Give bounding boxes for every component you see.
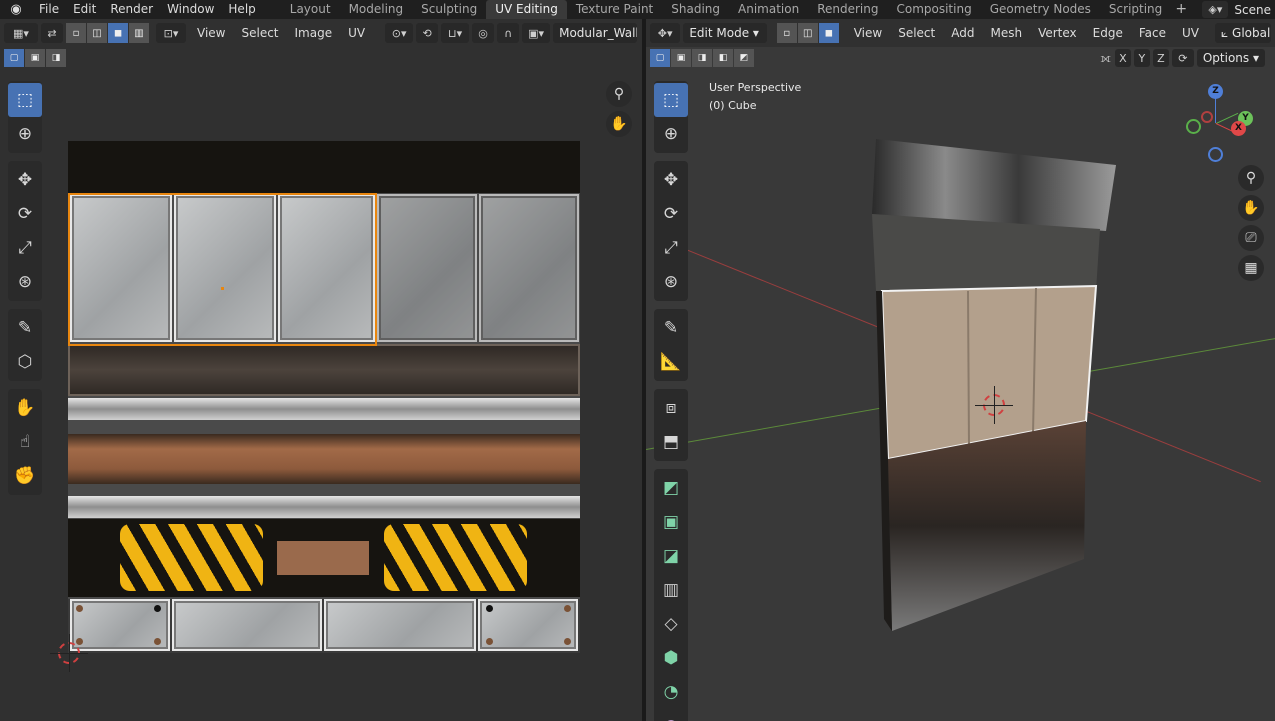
box-select-extend-icon[interactable]: ▣ — [25, 49, 45, 67]
edge-select-icon[interactable]: ◫ — [87, 23, 107, 43]
uv-selected-face[interactable] — [68, 193, 377, 346]
tab-modeling[interactable]: Modeling — [340, 0, 413, 19]
tex-rivet — [486, 638, 493, 645]
tool-group-select: ⬚ ⊕ — [8, 81, 42, 153]
snap-icon[interactable]: ⟲ — [416, 23, 439, 43]
tab-animation[interactable]: Animation — [729, 0, 808, 19]
tex-hazard-stripes — [120, 524, 263, 591]
face-select-icon[interactable]: ◼ — [108, 23, 128, 43]
uv-toolbar: ⬚ ⊕ ✥ ⟳ ⤢ ⊛ ✎ ⬡ ✋ ☝ ✊ — [6, 81, 44, 503]
uv-select-mode: ▫ ◫ ◼ ▥ — [66, 23, 150, 43]
scene-selector[interactable]: ◈▾ Scene — [1202, 0, 1275, 19]
tex-rivet — [564, 638, 571, 645]
tool-group-sculpt: ✋ ☝ ✊ — [8, 389, 42, 495]
pivot-icon[interactable]: ⊙▾ — [385, 23, 414, 43]
tex-dark-band — [68, 344, 580, 396]
tab-geometry-nodes[interactable]: Geometry Nodes — [981, 0, 1100, 19]
3d-viewport: ✥▾ Edit Mode ▾ ▫ ◫ ◼ View Select Add Mesh Ve… — [646, 19, 1275, 721]
add-workspace-button[interactable]: + — [1171, 0, 1191, 19]
uv-menu-image[interactable]: Image — [287, 19, 341, 47]
pan-hand-icon[interactable]: ✋ — [606, 111, 632, 137]
uv-2d-cursor-icon[interactable] — [50, 634, 88, 672]
grab-tool-icon[interactable]: ✋ — [8, 391, 42, 425]
tab-shading[interactable]: Shading — [662, 0, 729, 19]
uv-face-center-dot — [221, 287, 224, 290]
tex-rivet — [76, 638, 83, 645]
cursor-tool-icon[interactable]: ⊕ — [8, 117, 42, 151]
main-menu: File Edit Render Window Help — [32, 0, 263, 19]
menu-help[interactable]: Help — [221, 0, 262, 19]
tab-scripting[interactable]: Scripting — [1100, 0, 1171, 19]
workspace-tabs: Layout Modeling Sculpting UV Editing Texture… — [281, 0, 1172, 19]
wall-mesh[interactable] — [646, 19, 1275, 721]
move-tool-icon[interactable]: ✥ — [8, 163, 42, 197]
uv-editor-header: ▦▾ ⇄ ▫ ◫ ◼ ▥ ⊡▾ View Select Image UV ⊙▾ ⟲ ⊔… — [0, 19, 642, 47]
uv-texture-image[interactable] — [68, 141, 580, 653]
tab-sculpting[interactable]: Sculpting — [412, 0, 486, 19]
tab-rendering[interactable]: Rendering — [808, 0, 887, 19]
menu-file[interactable]: File — [32, 0, 66, 19]
relax-tool-icon[interactable]: ☝ — [8, 425, 42, 459]
scene-icon[interactable]: ◈▾ — [1202, 1, 1229, 18]
uv-menu-select[interactable]: Select — [233, 19, 286, 47]
tex-panel — [377, 194, 477, 342]
island-select-icon[interactable]: ▥ — [129, 23, 149, 43]
tex-rust-band — [68, 434, 580, 484]
tex-dark-top — [68, 141, 580, 193]
tool-group-transform: ✥ ⟳ ⤢ ⊛ — [8, 161, 42, 301]
uv-menu-uv[interactable]: UV — [340, 19, 373, 47]
top-bar: ◉ File Edit Render Window Help Layout Modelin… — [0, 0, 1275, 19]
box-select-subtract-icon[interactable]: ◨ — [46, 49, 66, 67]
tab-layout[interactable]: Layout — [281, 0, 340, 19]
tab-compositing[interactable]: Compositing — [887, 0, 980, 19]
uv-select-box-modes: ▢ ▣ ◨ — [4, 49, 67, 67]
tex-metal-bar — [68, 496, 580, 518]
box-select-new-icon[interactable]: ▢ — [4, 49, 24, 67]
annotate-tool-icon[interactable]: ✎ — [8, 311, 42, 345]
image-browse-icon[interactable]: ▣▾ — [522, 23, 551, 43]
sync-selection-icon[interactable]: ⇄ — [41, 23, 63, 43]
tex-rust-plate — [277, 541, 369, 575]
zoom-icon[interactable]: ⚲ — [606, 81, 632, 107]
blender-logo-icon[interactable]: ◉ — [0, 0, 32, 19]
tex-hazard-stripes — [384, 524, 527, 591]
tex-rivet — [154, 638, 161, 645]
scene-name: Scene — [1234, 2, 1271, 17]
tex-metal-bar — [68, 398, 580, 420]
proportional-edit-icon[interactable]: ◎ — [472, 23, 495, 43]
image-name-field[interactable]: Modular_Wall_ — [553, 23, 638, 43]
tex-rivet — [564, 605, 571, 612]
uv-editor: ▦▾ ⇄ ▫ ◫ ◼ ▥ ⊡▾ View Select Image UV ⊙▾ ⟲ ⊔… — [0, 19, 642, 721]
menu-edit[interactable]: Edit — [66, 0, 103, 19]
tex-panel — [479, 194, 579, 342]
pinch-tool-icon[interactable]: ✊ — [8, 459, 42, 493]
menu-render[interactable]: Render — [103, 0, 160, 19]
tab-texture-paint[interactable]: Texture Paint — [567, 0, 662, 19]
3d-cursor-icon[interactable] — [975, 386, 1013, 424]
rotate-tool-icon[interactable]: ⟳ — [8, 197, 42, 231]
menu-window[interactable]: Window — [160, 0, 221, 19]
uv-nav-buttons: ⚲ ✋ — [606, 81, 632, 141]
snap-target-icon[interactable]: ⊔▾ — [441, 23, 470, 43]
tex-rivet — [154, 605, 161, 612]
tool-group-annotate: ✎ ⬡ — [8, 309, 42, 381]
tex-rivet — [76, 605, 83, 612]
tab-uv-editing[interactable]: UV Editing — [486, 0, 567, 19]
tex-panel — [172, 599, 322, 651]
scale-tool-icon[interactable]: ⤢ — [8, 231, 42, 265]
vertex-select-icon[interactable]: ▫ — [66, 23, 86, 43]
panel-seam — [967, 290, 970, 448]
uv-menus: View Select Image UV — [189, 19, 373, 47]
transform-tool-icon[interactable]: ⊛ — [8, 265, 42, 299]
sticky-select-icon[interactable]: ⊡▾ — [156, 23, 186, 43]
editor-type-icon[interactable]: ▦▾ — [4, 23, 38, 43]
select-box-tool-icon[interactable]: ⬚ — [8, 83, 42, 117]
rip-tool-icon[interactable]: ⬡ — [8, 345, 42, 379]
falloff-icon[interactable]: ∩ — [497, 23, 520, 43]
tex-rivet — [486, 605, 493, 612]
tex-panel — [324, 599, 476, 651]
tex-panel — [478, 599, 578, 651]
uv-menu-view[interactable]: View — [189, 19, 233, 47]
